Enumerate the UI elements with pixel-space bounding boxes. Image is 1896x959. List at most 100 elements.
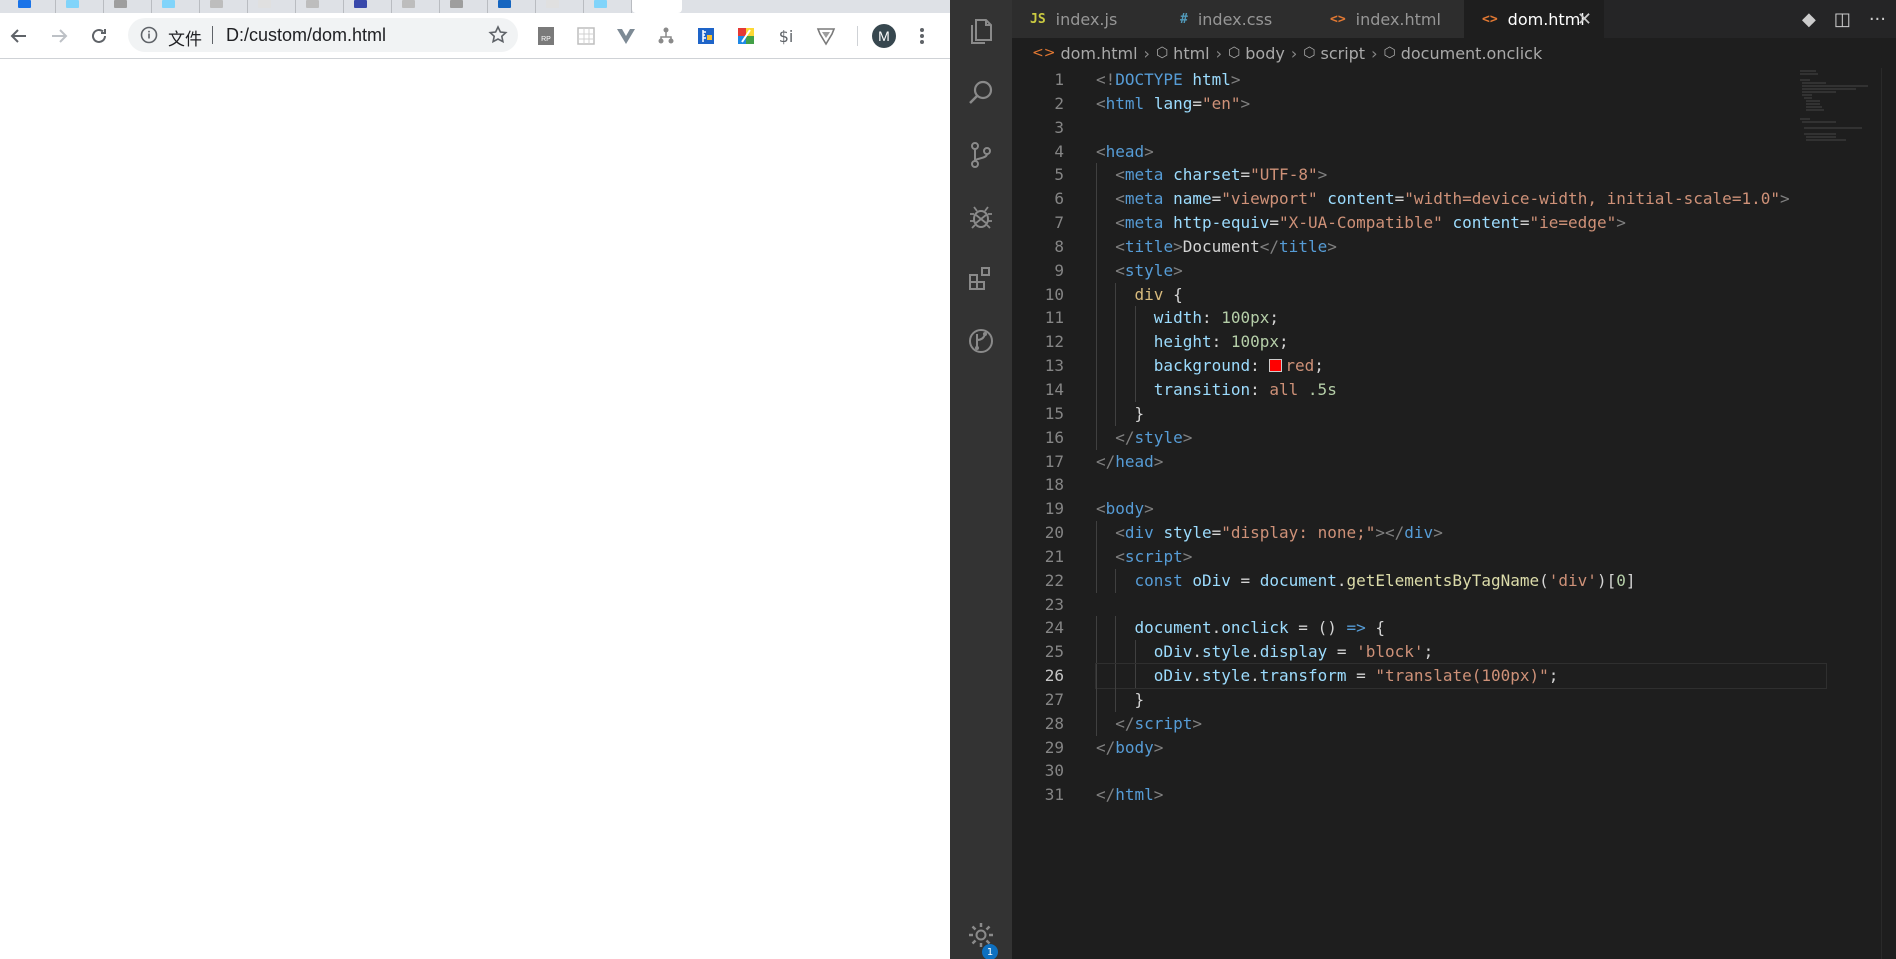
code-editor[interactable]: <!DOCTYPE html> <html lang="en"> <head> <m… [1095,68,1827,807]
line-number[interactable]: 5 [1012,163,1084,187]
code-line[interactable]: height: 100px; [1096,330,1826,355]
dollar-i-icon[interactable]: $i [775,25,797,47]
line-number[interactable]: 7 [1012,211,1084,235]
line-number[interactable]: 6 [1012,187,1084,211]
code-line[interactable]: <meta name="viewport" content="width=dev… [1096,187,1826,212]
code-line[interactable] [1096,473,1826,497]
ruler-icon[interactable] [695,25,717,47]
code-line[interactable]: document.onclick = () => { [1096,616,1826,641]
line-number[interactable]: 9 [1012,259,1084,283]
line-number[interactable]: 17 [1012,450,1084,474]
editor-tab[interactable]: <> dom.html ✕ [1464,0,1605,38]
code-line[interactable]: <html lang="en"> [1096,92,1826,116]
close-tab-icon[interactable]: ✕ [1577,9,1592,30]
minimap[interactable] [1796,68,1876,148]
rp-icon[interactable]: RP [535,25,557,47]
code-line[interactable]: </head> [1096,450,1826,474]
bookmark-star-icon[interactable] [488,25,508,45]
code-line[interactable] [1096,759,1826,783]
browser-menu-button[interactable] [912,25,932,47]
line-number[interactable]: 30 [1012,759,1084,783]
address-bar[interactable]: 文件 D:/custom/dom.html [128,18,518,52]
line-number[interactable]: 10 [1012,283,1084,307]
line-number[interactable]: 27 [1012,688,1084,712]
grid-icon[interactable] [575,25,597,47]
more-actions-icon[interactable]: ··· [1869,9,1886,30]
security-chip[interactable]: 文件 [168,25,202,50]
code-line[interactable]: <head> [1096,140,1826,164]
code-line[interactable]: <script> [1096,544,1826,569]
line-number[interactable]: 19 [1012,497,1084,521]
line-number[interactable]: 22 [1012,569,1084,593]
browser-tab[interactable] [488,0,536,13]
line-number[interactable]: 25 [1012,640,1084,664]
gitlens-activity[interactable] [950,310,1012,372]
line-number[interactable]: 24 [1012,616,1084,640]
editor-tab[interactable]: <> index.html [1312,0,1465,38]
line-number[interactable]: 15 [1012,402,1084,426]
back-button[interactable] [4,21,34,51]
code-line[interactable]: </script> [1096,711,1826,736]
code-line[interactable]: <meta charset="UTF-8"> [1096,163,1826,188]
browser-tab[interactable] [56,0,104,13]
browser-tab[interactable] [200,0,248,13]
line-number[interactable]: 4 [1012,140,1084,164]
code-line[interactable]: const oDiv = document.getElementsByTagNa… [1096,568,1826,593]
browser-tab-active[interactable] [632,0,682,13]
browser-tab[interactable] [248,0,296,13]
url-text[interactable]: D:/custom/dom.html [226,25,386,46]
browser-tab[interactable] [584,0,632,13]
color-swatch[interactable] [1269,359,1283,373]
line-number[interactable]: 31 [1012,783,1084,807]
code-line[interactable]: oDiv.style.transform = "translate(100px)… [1095,663,1827,689]
code-line[interactable]: transition: all .5s [1096,377,1826,402]
line-number[interactable]: 8 [1012,235,1084,259]
code-line[interactable] [1096,116,1826,140]
code-line[interactable]: <div style="display: none;"></div> [1096,521,1826,545]
code-line[interactable]: <!DOCTYPE html> [1096,68,1826,92]
code-line[interactable]: div { [1096,282,1826,307]
browser-tab[interactable] [8,0,56,13]
code-line[interactable]: <style> [1096,258,1826,283]
tree-icon[interactable] [655,25,677,47]
code-line[interactable]: </body> [1096,736,1826,760]
line-number[interactable]: 29 [1012,736,1084,760]
info-icon[interactable] [140,26,158,44]
page-viewport[interactable] [0,59,950,959]
code-line[interactable]: </style> [1096,425,1826,450]
line-number[interactable]: 1 [1012,68,1084,92]
browser-tab[interactable] [152,0,200,13]
line-number[interactable]: 26 [1012,664,1084,688]
line-number[interactable]: 16 [1012,426,1084,450]
breadcrumb-item[interactable]: ⬡ html [1156,44,1210,63]
line-number[interactable]: 3 [1012,116,1084,140]
code-line[interactable]: <meta http-equiv="X-UA-Compatible" conte… [1096,211,1826,235]
reload-button[interactable] [84,21,114,51]
breadcrumb-item[interactable]: ⬡ script [1303,44,1365,63]
browser-tab[interactable] [296,0,344,13]
extensions-activity[interactable] [950,248,1012,310]
forward-button[interactable] [44,21,74,51]
code-line[interactable]: <title>Document</title> [1096,234,1826,259]
browser-tab[interactable] [344,0,392,13]
line-number[interactable]: 28 [1012,712,1084,736]
editor-tab[interactable]: # index.css [1162,0,1313,38]
debug-activity[interactable] [950,186,1012,248]
split-editor-icon[interactable]: ◫ [1834,9,1851,30]
manage-activity[interactable] [950,910,1012,959]
code-line[interactable]: background: red; [1096,354,1826,378]
source-control-activity[interactable] [950,124,1012,186]
shield-icon[interactable] [815,25,837,47]
profile-avatar[interactable]: M [872,24,896,48]
code-line[interactable]: width: 100px; [1096,306,1826,331]
line-number[interactable]: 13 [1012,354,1084,378]
code-line[interactable]: </html> [1096,783,1826,807]
search-activity[interactable] [950,62,1012,124]
editor-scrollbar[interactable] [1881,68,1896,959]
line-number[interactable]: 20 [1012,521,1084,545]
explorer-activity[interactable] [950,0,1012,62]
browser-tab[interactable] [104,0,152,13]
line-number[interactable]: 11 [1012,306,1084,330]
breadcrumb-item[interactable]: <> dom.html [1032,44,1138,63]
code-line[interactable]: } [1096,687,1826,712]
